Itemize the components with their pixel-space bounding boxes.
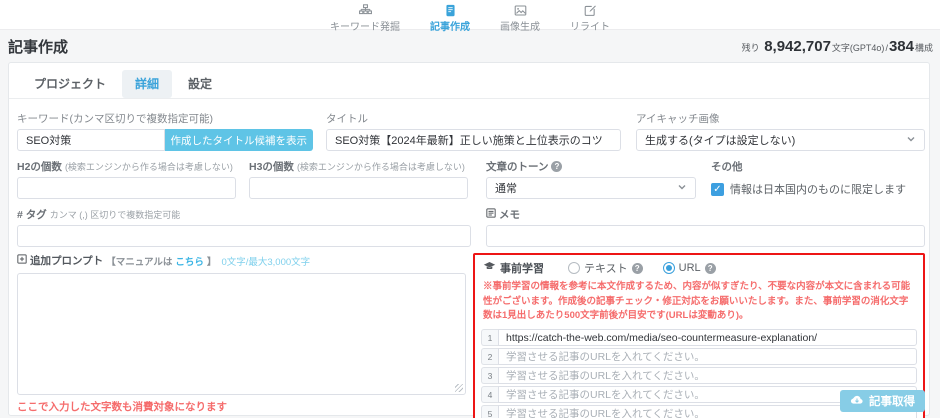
memo-icon [486, 208, 496, 221]
keyword-label: キーワード(カンマ区切りで複数指定可能) [17, 111, 313, 126]
nav-item-article-create[interactable]: 記事作成 [430, 4, 470, 29]
remaining-value: 8,942,707 [764, 38, 831, 55]
chevron-down-icon [677, 182, 687, 195]
remaining-quota: 残り 8,942,707 文字(GPT4o) / 384 構成 [742, 38, 933, 55]
article-form: キーワード(カンマ区切りで複数指定可能) 作成したタイトル候補を表示 タイトル … [9, 99, 929, 418]
url-help-icon[interactable]: ? [705, 263, 716, 274]
radio-selected-icon[interactable] [663, 262, 675, 274]
separator: / [885, 43, 888, 53]
tone-help-icon[interactable]: ? [551, 161, 562, 172]
top-nav: キーワード発掘 記事作成 画像生成 [0, 0, 940, 30]
fetch-article-button[interactable]: 記事取得 [840, 390, 925, 412]
h3-count-input[interactable] [249, 177, 468, 199]
list-item: 3 [481, 367, 917, 384]
manual-suffix: 】 [207, 254, 217, 268]
tag-label: # タグ [17, 207, 47, 222]
tag-note: カンマ (,) 区切りで複数指定可能 [50, 208, 181, 221]
h3-count-note: (検索エンジンから作る場合は考慮しない) [297, 160, 465, 173]
other-label: その他 [711, 159, 743, 174]
article-form-card: プロジェクト 詳細 設定 キーワード(カンマ区切りで複数指定可能) 作成したタイ… [8, 62, 930, 416]
tone-label: 文章のトーン [486, 159, 548, 174]
title-input[interactable] [326, 129, 621, 151]
row-number: 1 [481, 329, 498, 346]
nav-item-image-generate[interactable]: 画像生成 [500, 4, 540, 29]
row-number: 4 [481, 386, 498, 403]
row-number: 2 [481, 348, 498, 365]
h3-count-label: H3の個数 [249, 159, 294, 174]
graduation-cap-icon [483, 260, 496, 276]
tone-select[interactable]: 通常 [486, 177, 696, 199]
quota-value: 384 [889, 38, 914, 55]
quota-unit: 構成 [915, 41, 933, 54]
pretrain-radio-text[interactable]: テキスト ? [568, 260, 643, 276]
cloud-download-icon [850, 394, 864, 409]
pretrain-label: 事前学習 [500, 260, 544, 276]
resize-handle[interactable] [455, 384, 463, 392]
eyecatch-select[interactable]: 生成する(タイプは設定しない) [636, 129, 925, 151]
chevron-down-icon [906, 134, 916, 147]
nav-label: リライト [570, 18, 610, 33]
radio-text-label: テキスト [584, 260, 628, 276]
journal-icon [444, 4, 457, 17]
row-number: 3 [481, 367, 498, 384]
remaining-unit: 文字(GPT4o) [832, 41, 885, 54]
tab-detail[interactable]: 詳細 [122, 70, 172, 98]
nav-label: キーワード発掘 [330, 18, 400, 33]
h2-count-label: H2の個数 [17, 159, 62, 174]
row-number: 5 [481, 405, 498, 418]
pretrain-warning: ※事前学習の情報を参考に本文作成するため、内容が似すぎたり、不要な内容が本文に含… [481, 280, 917, 324]
prompt-char-counter: 0文字/最大3,000文字 [221, 254, 310, 268]
list-item: 2 [481, 348, 917, 365]
manual-link[interactable]: こちら [175, 254, 204, 268]
radio-url-label: URL [679, 262, 701, 274]
nav-label: 画像生成 [500, 18, 540, 33]
tone-selected-value: 通常 [495, 180, 517, 196]
h2-count-note: (検索エンジンから作る場合は考慮しない) [65, 160, 233, 173]
title-label: タイトル [326, 111, 621, 126]
nav-item-keyword-mining[interactable]: キーワード発掘 [330, 4, 400, 29]
article-creation-page: キーワード発掘 記事作成 画像生成 [0, 0, 940, 418]
prompt-textarea[interactable] [17, 273, 466, 395]
fetch-article-label: 記事取得 [869, 393, 915, 409]
h2-count-input[interactable] [17, 177, 236, 199]
sitemap-icon [359, 4, 372, 17]
image-icon [514, 4, 527, 17]
nav-label: 記事作成 [430, 18, 470, 33]
plus-square-icon [17, 254, 27, 267]
show-title-candidates-button[interactable]: 作成したタイトル候補を表示 [165, 129, 314, 151]
list-item: 1 [481, 329, 917, 346]
tab-settings[interactable]: 設定 [175, 70, 225, 98]
prompt-label: 追加プロンプト [30, 253, 103, 268]
text-help-icon[interactable]: ? [632, 263, 643, 274]
page-title: 記事作成 [8, 36, 68, 57]
checkbox-checked-icon[interactable]: ✓ [711, 183, 724, 196]
radio-unselected-icon[interactable] [568, 262, 580, 274]
eyecatch-selected-value: 生成する(タイプは設定しない) [645, 132, 795, 148]
tab-bar: プロジェクト 詳細 設定 [9, 63, 929, 99]
pencil-square-icon [584, 4, 597, 17]
eyecatch-label: アイキャッチ画像 [636, 111, 925, 126]
tab-project[interactable]: プロジェクト [21, 70, 119, 98]
pretrain-url-input-2[interactable] [498, 348, 917, 365]
pretrain-url-input-1[interactable] [498, 329, 917, 346]
prompt-footnote: ここで入力した文字数も消費対象になります [17, 399, 466, 414]
remaining-label: 残り [742, 41, 760, 54]
japan-only-checkbox-label: 情報は日本国内のものに限定します [730, 181, 906, 197]
memo-input[interactable] [486, 225, 925, 247]
keyword-input[interactable] [17, 129, 165, 151]
nav-item-rewrite[interactable]: リライト [570, 4, 610, 29]
tag-input[interactable] [17, 225, 471, 247]
manual-prefix: 【マニュアルは [106, 254, 172, 268]
pretrain-url-input-3[interactable] [498, 367, 917, 384]
memo-label: メモ [499, 207, 520, 222]
japan-only-checkbox-row[interactable]: ✓ 情報は日本国内のものに限定します [711, 181, 925, 197]
pretrain-radio-url[interactable]: URL ? [663, 262, 716, 274]
